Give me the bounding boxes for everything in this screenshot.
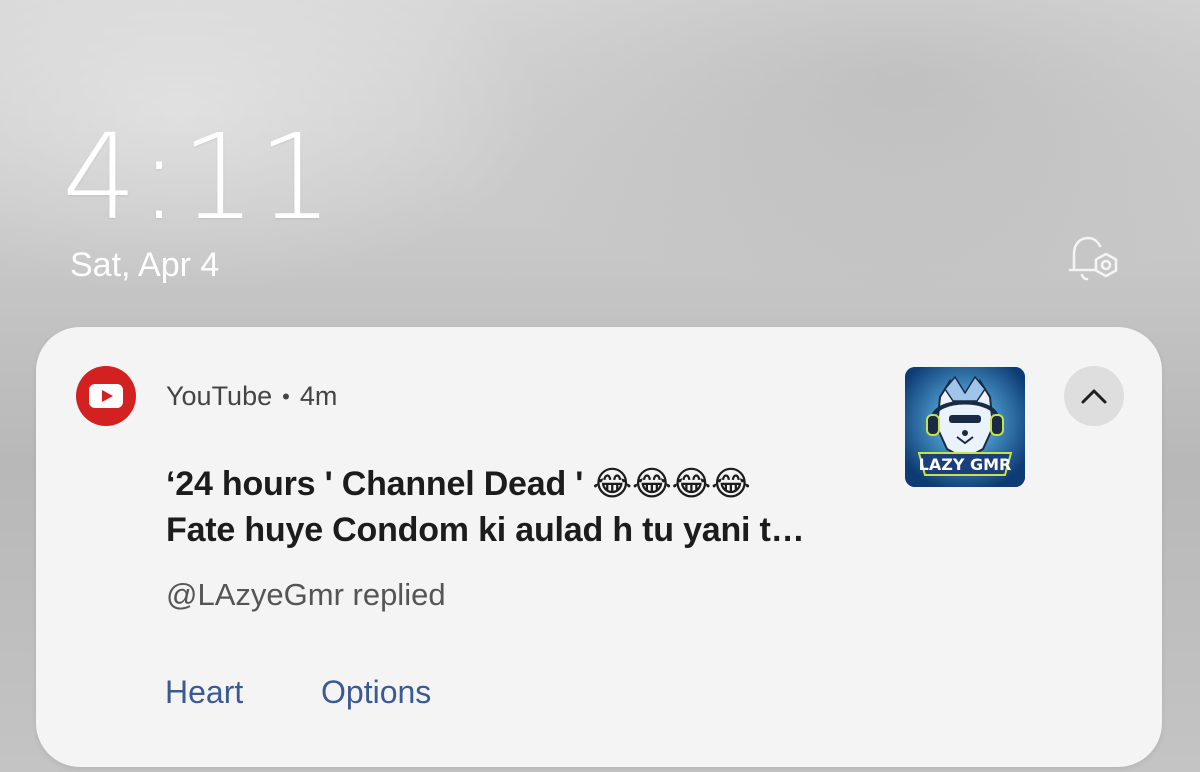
notification-title: ‘24 hours ' Channel Dead ' 😂😂😂😂 Fate huy…	[166, 461, 886, 553]
chevron-up-icon	[1081, 389, 1107, 404]
options-action-button[interactable]: Options	[321, 674, 431, 711]
thumbnail-label: LAZY GMR	[919, 455, 1012, 474]
notification-subtext: @LAzyeGmr replied	[166, 577, 446, 612]
notification-header: YouTube • 4m	[166, 381, 337, 412]
clock-time: 4:11	[62, 108, 335, 246]
bell-settings-icon[interactable]	[1064, 232, 1124, 284]
title-line-1: ‘24 hours ' Channel Dead ' 😂😂😂😂	[166, 465, 751, 503]
channel-thumbnail: LAZY GMR	[905, 367, 1025, 487]
clock-date: Sat, Apr 4	[70, 246, 220, 284]
header-separator: •	[282, 383, 290, 409]
app-name: YouTube	[166, 381, 273, 411]
time-ago: 4m	[299, 381, 338, 411]
notification-card[interactable]: YouTube • 4m LAZY GMR ‘24 hours ' Channe…	[36, 327, 1162, 767]
heart-action-button[interactable]: Heart	[165, 674, 243, 711]
title-line-2: Fate huye Condom ki aulad h tu yani t…	[166, 511, 805, 549]
collapse-button[interactable]	[1064, 366, 1124, 426]
youtube-icon	[76, 366, 136, 426]
